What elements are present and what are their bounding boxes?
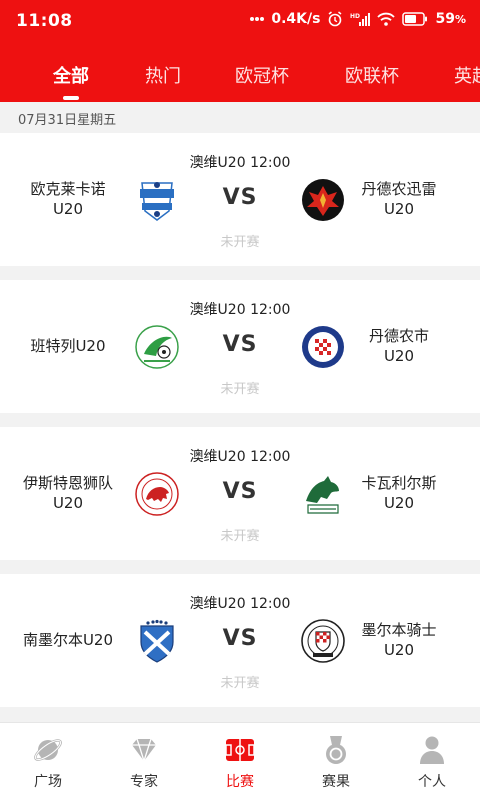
alarm-icon: [327, 11, 343, 27]
nav-label: 赛果: [322, 774, 350, 790]
svg-text:HD: HD: [350, 13, 360, 20]
nav-item-square[interactable]: 广场: [0, 723, 96, 800]
home-team-name: 南墨尔本U20: [22, 631, 114, 649]
tab-europa-league[interactable]: 欧联杯: [345, 62, 399, 88]
pitch-icon: [225, 739, 255, 761]
signal-icon: HD: [350, 12, 371, 27]
vs-label: VS: [222, 185, 258, 210]
diamond-icon: [132, 738, 156, 764]
match-status: 未开赛: [220, 529, 260, 544]
south-melbourne-logo-icon: [134, 618, 180, 664]
nav-label: 个人: [418, 774, 446, 790]
battery-icon: [402, 12, 428, 26]
match-card[interactable]: 澳维U20 12:00 班特列U20 VS 丹德农市 U20 未开赛: [0, 280, 480, 413]
nav-label: 专家: [130, 774, 158, 790]
away-team-name: 墨尔本骑士 U20: [361, 621, 437, 659]
eastern-lions-logo-icon: [134, 471, 180, 517]
status-time: 11:08: [16, 11, 73, 31]
category-tab-bar: 全部 热门 欧冠杯 欧联杯 英超: [0, 44, 480, 102]
nav-label: 比赛: [226, 774, 254, 790]
vs-label: VS: [222, 479, 258, 504]
status-icons: 0.4K/s HD 59%: [250, 11, 466, 27]
tab-champions-league[interactable]: 欧冠杯: [235, 62, 289, 88]
tab-premier-league[interactable]: 英超: [454, 62, 480, 88]
match-card[interactable]: 澳维U20 12:00 南墨尔本U20 VS 墨尔本骑士 U20 未开赛: [0, 574, 480, 707]
league-time: 澳维U20 12:00: [189, 449, 291, 465]
nav-label: 广场: [34, 774, 62, 790]
nav-item-matches[interactable]: 比赛: [192, 723, 288, 800]
match-status: 未开赛: [220, 676, 260, 691]
medal-icon: [326, 736, 346, 764]
vs-label: VS: [222, 626, 258, 651]
planet-icon: [34, 739, 62, 761]
league-time: 澳维U20 12:00: [189, 155, 291, 171]
nav-item-results[interactable]: 赛果: [288, 723, 384, 800]
home-team-name: 班特列U20: [30, 337, 106, 355]
battery-percent: 59%: [435, 11, 466, 27]
wifi-icon: [377, 12, 396, 26]
oakleigh-cannons-logo-icon: [134, 177, 180, 223]
away-team-name: 丹德农迅雷 U20: [361, 180, 437, 218]
active-tab-indicator: [63, 96, 79, 100]
date-header: 07月31日星期五: [0, 102, 480, 133]
nav-item-experts[interactable]: 专家: [96, 723, 192, 800]
vs-label: VS: [222, 332, 258, 357]
network-speed: 0.4K/s: [271, 11, 321, 27]
dots-icon: [250, 16, 265, 22]
date-label: 07月31日星期五: [18, 113, 117, 128]
away-team-name: 卡瓦利尔斯 U20: [361, 474, 437, 512]
bottom-navigation: 广场 专家 比赛 赛果 个人: [0, 722, 480, 800]
match-status: 未开赛: [220, 235, 260, 250]
match-card[interactable]: 澳维U20 12:00 欧克莱卡诺 U20 VS 丹德农迅雷 U20 未开赛: [0, 133, 480, 266]
tab-hot[interactable]: 热门: [145, 62, 181, 88]
home-team-name: 伊斯特恩狮队 U20: [22, 474, 113, 512]
home-team-name: 欧克莱卡诺 U20: [30, 180, 106, 218]
nav-item-profile[interactable]: 个人: [384, 723, 480, 800]
match-status: 未开赛: [220, 382, 260, 397]
match-card[interactable]: 澳维U20 12:00 伊斯特恩狮队 U20 VS 卡瓦利尔斯 U20 未开赛: [0, 427, 480, 560]
league-time: 澳维U20 12:00: [189, 596, 291, 612]
status-bar: 11:08 0.4K/s HD 59%: [0, 0, 480, 44]
bentleigh-greens-logo-icon: [134, 324, 180, 370]
away-team-name: 丹德农市 U20: [368, 327, 429, 365]
league-time: 澳维U20 12:00: [189, 302, 291, 318]
person-icon: [420, 736, 444, 764]
tab-all[interactable]: 全部: [53, 62, 89, 88]
